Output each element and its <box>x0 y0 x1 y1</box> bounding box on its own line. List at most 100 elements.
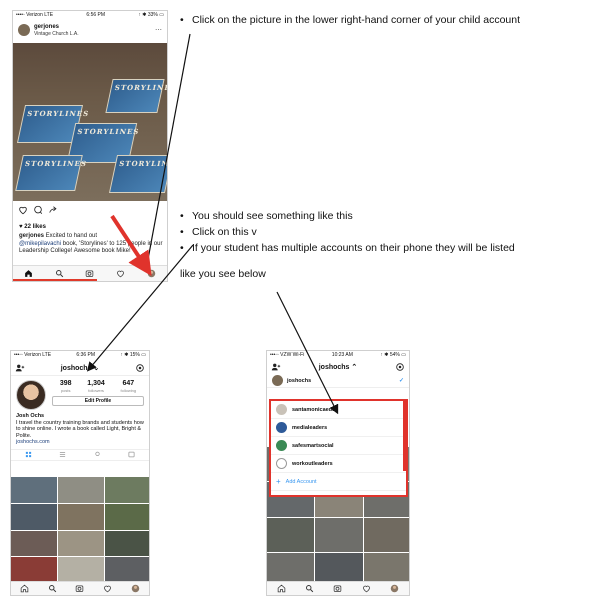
profile-bio: Josh Ochs I travel the country training … <box>11 410 149 449</box>
home-icon[interactable] <box>22 269 34 279</box>
grid-photo[interactable] <box>105 477 149 503</box>
profile-picture-icon[interactable] <box>389 584 401 594</box>
username-dropdown[interactable]: joshochs ⌄ <box>61 364 100 372</box>
post-caption: gerjones Excited to hand out @mikepilavac… <box>19 233 163 254</box>
instruction-list-2: You should see something like this Click… <box>178 208 603 256</box>
likes-count[interactable]: ♥ 22 likes <box>19 224 46 230</box>
account-avatar <box>276 404 287 415</box>
account-row[interactable]: medialeaders <box>271 419 406 437</box>
posts-stat[interactable]: 398 posts <box>60 380 72 393</box>
profile-stats: 398 posts 1,304 followers 647 following Edi… <box>52 380 144 410</box>
red-underline <box>13 279 97 281</box>
home-icon[interactable] <box>275 584 287 594</box>
home-icon[interactable] <box>19 584 31 594</box>
settings-icon[interactable] <box>395 362 405 372</box>
grid-photo[interactable] <box>58 477 104 503</box>
instruction-list-1: Click on the picture in the lower right-… <box>178 12 603 28</box>
grid-photo[interactable] <box>11 477 57 503</box>
add-account-label: Add Account <box>285 478 317 485</box>
time-text: 6:36 PM <box>76 352 96 358</box>
grid-photo[interactable] <box>58 503 104 530</box>
profile-picture-icon[interactable] <box>129 584 141 594</box>
profile-view-tabs <box>11 448 149 461</box>
add-user-icon[interactable] <box>271 362 281 372</box>
grid-photo[interactable] <box>58 530 104 557</box>
search-icon[interactable] <box>46 584 58 594</box>
settings-icon[interactable] <box>135 363 145 373</box>
activity-heart-icon[interactable] <box>115 269 127 279</box>
more-options-icon[interactable]: ⋯ <box>155 26 162 34</box>
grid-view-icon[interactable] <box>25 451 32 458</box>
post-avatar[interactable] <box>18 24 30 36</box>
account-row[interactable]: santamonicaedu <box>271 401 406 419</box>
following-stat[interactable]: 647 following <box>121 380 137 393</box>
account-name: workoutleaders <box>292 460 333 467</box>
post-photo[interactable]: STORYLINES STORYLINES STORYLINES STORYLI… <box>13 43 167 201</box>
add-account-button[interactable]: + Add Account <box>271 473 406 491</box>
grid-photo[interactable] <box>105 530 149 557</box>
username-dropdown[interactable]: joshochs ⌃ <box>319 363 358 371</box>
activity-heart-icon[interactable] <box>360 584 372 594</box>
post-header: gerjones Vintage Church L.A. ⋯ <box>13 21 167 39</box>
tagged-photos-icon[interactable] <box>128 451 135 458</box>
status-bar: •••◦◦ VZW Wi-Fi 10:23 AM ↑ ✱ 54% ▭ <box>267 351 409 360</box>
account-row[interactable]: workoutleaders <box>271 455 406 473</box>
profile-header: 398 posts 1,304 followers 647 following Edi… <box>11 376 149 410</box>
red-edge <box>403 401 406 471</box>
camera-icon[interactable] <box>74 584 86 594</box>
book-cover: STORYLINES <box>15 155 88 191</box>
feed-screenshot: ••••◦ Verizon LTE 6:56 PM ↑ ✱ 33% ▭ gerj… <box>12 10 168 282</box>
account-avatar <box>276 422 287 433</box>
grid-photo[interactable] <box>58 557 104 583</box>
status-bar: ••••◦ Verizon LTE 6:56 PM ↑ ✱ 33% ▭ <box>13 11 167 21</box>
instruction-step-2: You should see something like this <box>178 208 603 224</box>
status-bar: •••◦◦ Verizon LTE 6:36 PM ↑ ✱ 15% ▭ <box>11 351 149 360</box>
account-list: santamonicaedu medialeaders safesmartsoc… <box>269 399 408 497</box>
camera-icon[interactable] <box>84 269 96 279</box>
grid-photo[interactable] <box>11 530 57 557</box>
grid-photo[interactable] <box>105 557 149 583</box>
account-name: santamonicaedu <box>292 406 336 413</box>
time-text: 6:56 PM <box>86 12 106 18</box>
checkmark-icon: ✓ <box>398 378 404 384</box>
instruction-step-4: If your student has multiple accounts on… <box>178 240 603 256</box>
mention-link[interactable]: @mikepilavachi <box>19 241 61 247</box>
share-icon[interactable] <box>48 205 58 215</box>
location-pin-icon[interactable] <box>94 451 101 458</box>
account-name: safesmartsocial <box>292 442 334 449</box>
current-account-row[interactable]: joshochs ✓ <box>267 374 409 388</box>
bio-link[interactable]: joshochs.com <box>16 439 144 446</box>
heart-icon[interactable] <box>18 205 28 215</box>
grid-photo[interactable] <box>11 503 57 530</box>
current-account-name: joshochs <box>287 377 312 384</box>
book-cover: STORYLINES <box>108 155 167 193</box>
account-avatar <box>276 458 287 469</box>
bottom-tab-bar <box>11 581 149 595</box>
search-icon[interactable] <box>304 584 316 594</box>
comment-icon[interactable] <box>33 205 43 215</box>
search-icon[interactable] <box>53 269 65 279</box>
profile-nav-bar: joshochs ⌃ <box>267 360 409 374</box>
profile-avatar[interactable] <box>16 380 46 410</box>
post-actions <box>18 205 58 215</box>
post-location[interactable]: Vintage Church L.A. <box>34 31 79 37</box>
profile-picture-icon[interactable] <box>146 269 158 279</box>
battery-text: ↑ ✱ 33% ▭ <box>138 12 164 18</box>
camera-icon[interactable] <box>332 584 344 594</box>
battery-text: ↑ ✱ 15% ▭ <box>120 352 146 358</box>
grid-photo[interactable] <box>105 503 149 530</box>
edit-profile-button[interactable]: Edit Profile <box>52 396 144 406</box>
bottom-tab-bar <box>267 581 409 595</box>
account-row[interactable]: safesmartsocial <box>271 437 406 455</box>
grid-photo[interactable] <box>11 557 57 583</box>
list-view-icon[interactable] <box>59 451 66 458</box>
post-username[interactable]: gerjones <box>34 24 79 31</box>
activity-heart-icon[interactable] <box>102 584 114 594</box>
photo-grid <box>11 477 149 583</box>
instruction-step-3: Click on this v <box>178 224 603 240</box>
account-avatar <box>272 375 283 386</box>
profile-screenshot: •••◦◦ Verizon LTE 6:36 PM ↑ ✱ 15% ▭ josh… <box>10 350 150 596</box>
add-user-icon[interactable] <box>15 363 25 373</box>
followers-stat[interactable]: 1,304 followers <box>87 380 105 393</box>
instruction-step-4-continued: like you see below <box>180 268 266 280</box>
